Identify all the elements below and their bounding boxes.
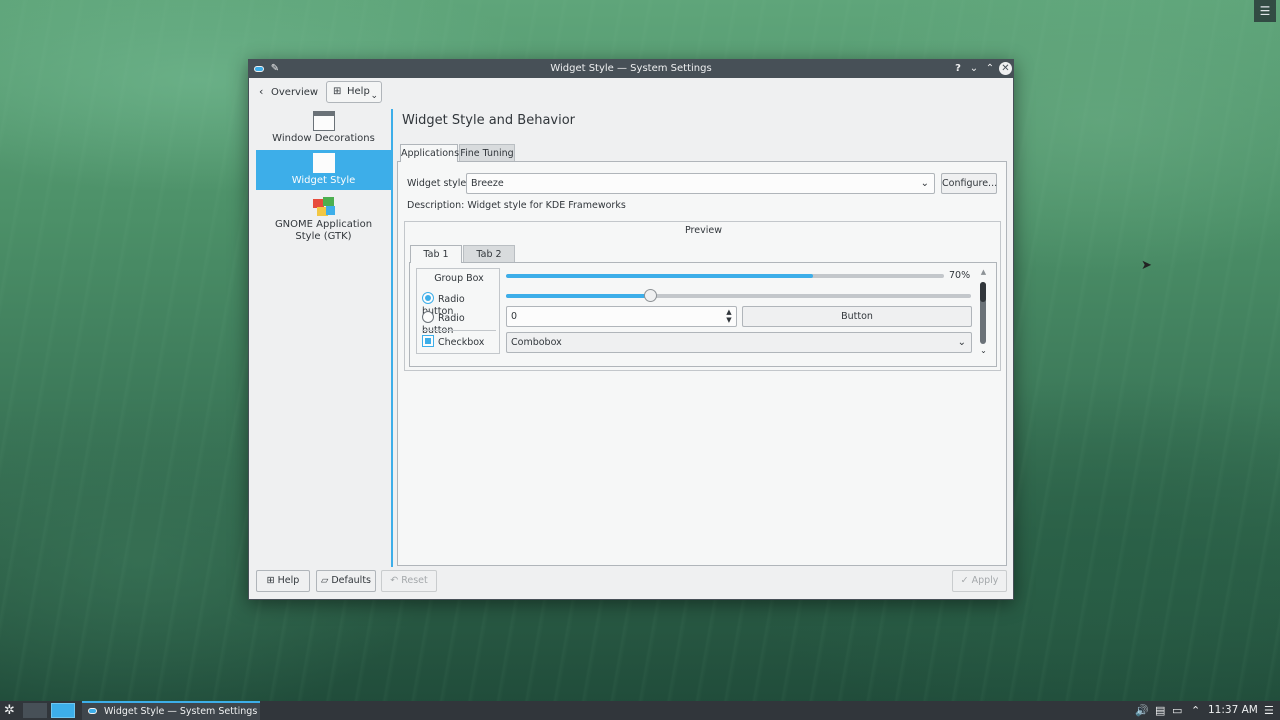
radio-checked-icon [422,292,434,304]
chevron-down-icon: ⌄ [920,178,929,189]
defaults-icon: ▱ [321,575,332,586]
slider-fill [506,294,651,298]
widget-style-label: Widget style: [407,178,470,189]
applications-pane: Widget style: Breeze ⌄ Configure... Desc… [397,161,1007,566]
check-icon: ✓ [960,575,972,586]
task-label: Widget Style — System Settings [104,706,258,717]
sidebar-item-gtk[interactable]: GNOME Application Style (GTK) [256,194,391,244]
spinbox-value: 0 [511,311,518,322]
sidebar-item-label: GNOME Application Style (GTK) [274,219,373,242]
widget-style-value: Breeze [471,178,504,189]
spin-arrows-icon[interactable]: ▲ ▼ [725,308,733,324]
apply-button-label: Apply [971,575,999,586]
tab-fine-tuning[interactable]: Fine Tuning [459,144,515,162]
panel-menu-icon[interactable]: ☰ [1264,703,1274,718]
gtk-icon [312,197,335,217]
sidebar: Window Decorations Widget Style GNOME Ap… [256,108,391,568]
checkbox[interactable]: Checkbox [422,335,484,349]
preview-title: Preview [685,225,722,236]
clipboard-icon[interactable]: ▤ [1155,703,1165,718]
checkbox-checked-icon [422,335,434,347]
slider-handle[interactable] [644,289,658,302]
window-title: Widget Style — System Settings [550,63,712,74]
virtual-desktop-2[interactable] [51,703,75,718]
clock[interactable]: 11:37 AM [1208,701,1258,720]
sidebar-item-widget-style[interactable]: Widget Style [256,150,391,190]
checkbox-label: Checkbox [438,337,485,348]
sidebar-item-label: Widget Style [291,175,356,186]
help-label: Help [347,86,370,97]
defaults-button[interactable]: ▱ Defaults [316,570,376,592]
chevron-down-icon: ⌄ [370,91,378,101]
reset-button[interactable]: ↶ Reset [381,570,437,592]
configure-button[interactable]: Configure... [941,173,997,194]
preview-pane: Group Box Radio button Radio button Chec… [409,262,997,367]
network-icon[interactable]: ▭ [1172,703,1182,718]
help-menu-button[interactable]: ⊞ Help ⌄ [326,81,382,103]
radio-button-2[interactable]: Radio button [422,311,499,337]
app-menu-icon[interactable] [254,63,266,75]
progress-bar [506,274,944,278]
undo-icon: ↶ [390,575,402,586]
style-description: Description: Widget style for KDE Framew… [407,200,626,211]
sidebar-item-window-decorations[interactable]: Window Decorations [256,108,391,148]
sidebar-item-label: Window Decorations [272,133,375,144]
radio-unchecked-icon [422,311,434,323]
preview-frame: Preview Tab 1 Tab 2 Group Box Radio butt… [404,221,1001,371]
preview-button[interactable]: Button [742,306,972,327]
taskbar-task-system-settings[interactable]: Widget Style — System Settings [82,701,260,720]
apply-button[interactable]: ✓ Apply [952,570,1007,592]
defaults-button-label: Defaults [331,575,371,586]
group-box-divider [422,330,496,331]
overview-button[interactable]: ‹ Overview [259,82,318,102]
help-icon: ⊞ [333,86,342,97]
widget-style-icon [312,153,335,173]
taskbar: ✲ Widget Style — System Settings 🔊 ▤ ▭ ⌃… [0,701,1280,720]
tray-expand-icon[interactable]: ⌃ [1191,703,1200,718]
scroll-up-icon[interactable]: ▲ [979,268,988,276]
maximize-icon[interactable]: ⌃ [984,63,996,75]
system-settings-icon [88,708,97,714]
widget-style-combobox[interactable]: Breeze ⌄ [466,173,935,194]
help-button[interactable]: ⊞ Help [256,570,310,592]
desktop-toolbox-icon[interactable]: ☰ [1254,0,1276,22]
help-icon: ⊞ [266,575,278,586]
preview-tab-1[interactable]: Tab 1 [410,245,462,263]
window-decorations-icon [312,111,335,131]
chevron-left-icon: ‹ [259,85,264,98]
page-title: Widget Style and Behavior [402,113,576,128]
overview-label: Overview [271,87,319,98]
scrollbar-handle[interactable] [980,282,986,302]
close-icon[interactable]: ✕ [999,62,1012,75]
virtual-desktop-1[interactable] [23,703,47,718]
system-settings-window: Widget Style — System Settings ✎ ? ⌄ ⌃ ✕… [248,59,1014,600]
window-titlebar[interactable]: Widget Style — System Settings ✎ ? ⌄ ⌃ ✕ [249,60,1013,78]
help-button-label: Help [277,575,300,586]
chevron-down-icon: ⌄ [957,337,966,348]
app-launcher-icon[interactable]: ✲ [4,703,18,718]
combobox-value: Combobox [511,337,562,348]
preview-tab-2[interactable]: Tab 2 [463,245,515,263]
mouse-cursor-icon: ➤ [1141,258,1152,273]
progress-label: 70% [949,270,971,281]
slider[interactable] [506,289,971,302]
volume-icon[interactable]: 🔊 [1135,703,1149,718]
reset-button-label: Reset [401,575,428,586]
sidebar-divider [391,109,393,567]
group-box-title: Group Box [434,273,484,284]
minimize-icon[interactable]: ⌄ [968,63,980,75]
group-box: Group Box Radio button Radio button Chec… [416,268,500,354]
preview-combobox[interactable]: Combobox ⌄ [506,332,972,353]
pin-icon[interactable]: ✎ [270,63,280,75]
scroll-down-icon[interactable]: ⌄ [979,346,988,355]
tab-applications[interactable]: Applications [400,144,459,162]
progress-bar-fill [506,274,813,278]
help-title-icon[interactable]: ? [952,63,964,75]
preview-scrollbar[interactable]: ▲ ⌄ [979,268,988,356]
spinbox[interactable]: 0 ▲ ▼ [506,306,737,327]
